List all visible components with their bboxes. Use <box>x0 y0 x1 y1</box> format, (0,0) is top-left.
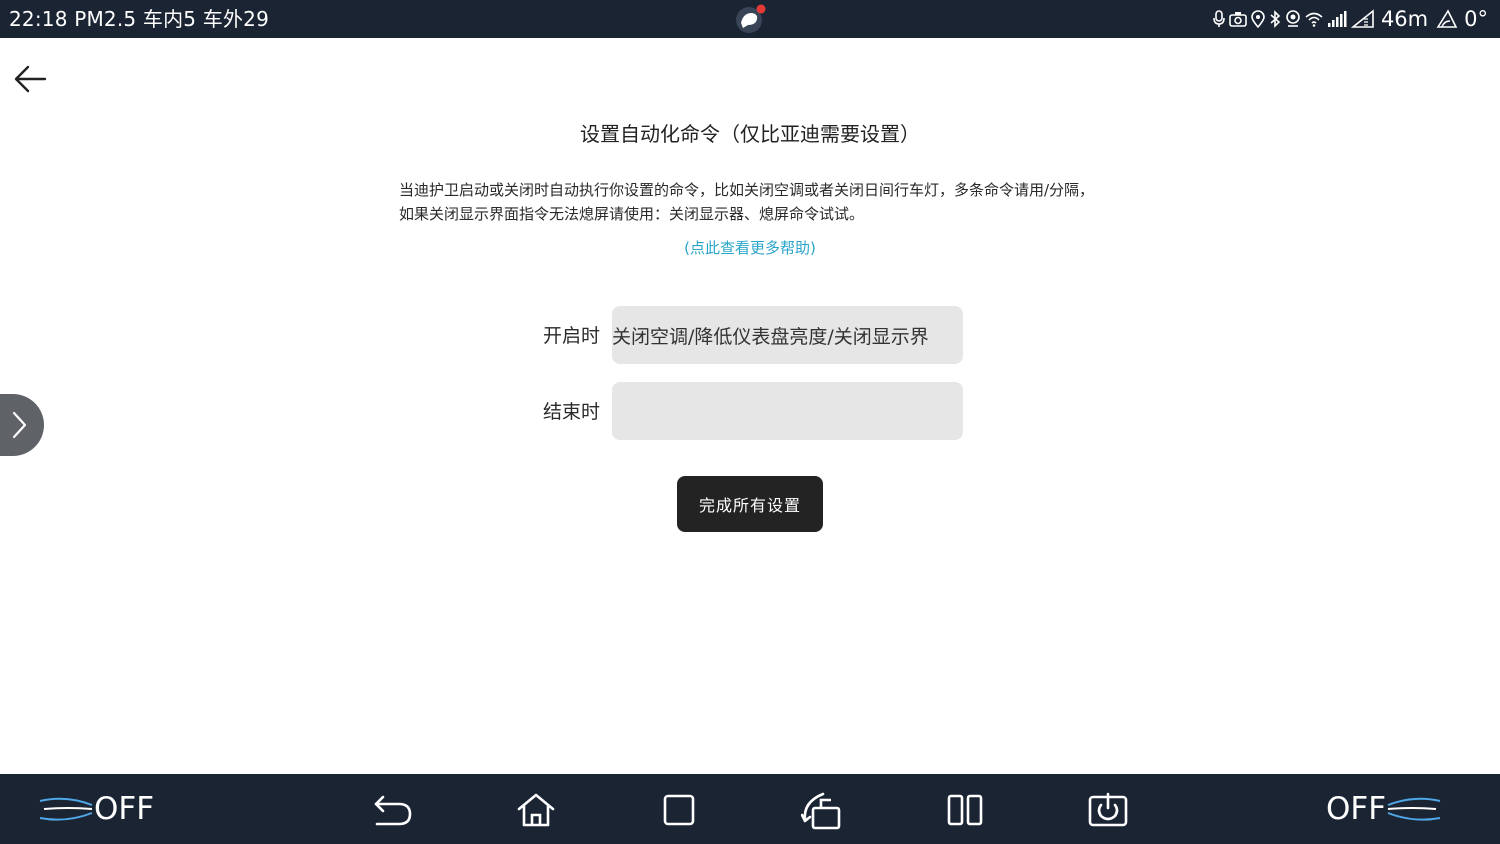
finish-settings-button[interactable]: 完成所有设置 <box>677 476 823 532</box>
recent-apps-icon <box>663 794 695 826</box>
power-icon <box>1088 792 1128 827</box>
nav-split-screen-button[interactable] <box>943 790 987 830</box>
nav-recent-apps-button[interactable] <box>657 790 701 830</box>
cellular-signal-icon <box>1327 10 1347 28</box>
left-climate-control[interactable]: OFF <box>38 788 154 830</box>
angle-value: 0° <box>1464 7 1488 31</box>
arrow-left-icon <box>14 65 47 93</box>
left-climate-status: OFF <box>94 791 155 827</box>
hotspot-icon <box>1285 10 1301 28</box>
right-climate-control[interactable]: OFF <box>1326 788 1442 830</box>
location-icon <box>1251 10 1265 28</box>
nav-home-button[interactable] <box>514 790 558 830</box>
chevron-right-icon <box>12 411 27 439</box>
nav-rotate-button[interactable] <box>800 790 844 830</box>
app-notification-icon[interactable] <box>733 3 767 35</box>
description-text: 当迪护卫启动或关闭时自动执行你设置的命令，比如关闭空调或者关闭日间行车灯，多条命… <box>399 181 1095 223</box>
status-icons: 46m 0° <box>1213 5 1492 33</box>
back-button[interactable] <box>8 60 52 98</box>
status-bar: 22:18 PM2.5 车内5 车外29 46m 0° <box>0 0 1500 38</box>
status-bar-info: 22:18 PM2.5 车内5 车外29 <box>9 7 270 31</box>
airflow-left-icon <box>39 797 93 821</box>
split-screen-icon <box>947 794 983 826</box>
side-drawer-tab[interactable] <box>0 394 44 456</box>
back-icon <box>374 795 412 826</box>
slope-icon <box>1350 9 1375 29</box>
microphone-icon <box>1213 10 1225 28</box>
tilt-icon <box>1436 9 1458 29</box>
camera-icon <box>1229 11 1247 27</box>
help-link[interactable]: (点此查看更多帮助) <box>0 236 1500 260</box>
start-command-label: 开启时 <box>542 325 600 347</box>
end-command-label: 结束时 <box>542 401 600 423</box>
page-title: 设置自动化命令（仅比亚迪需要设置） <box>580 122 920 146</box>
altitude-value: 46m <box>1380 7 1429 31</box>
nav-power-button[interactable] <box>1086 790 1130 830</box>
nav-back-button[interactable] <box>371 790 415 830</box>
wifi-icon <box>1305 11 1323 27</box>
right-climate-status: OFF <box>1326 791 1387 827</box>
end-command-input[interactable] <box>612 382 963 440</box>
bluetooth-icon <box>1269 10 1281 28</box>
airflow-right-icon <box>1387 797 1441 821</box>
bottom-nav-bar: OFF OFF <box>0 774 1500 844</box>
start-command-input[interactable] <box>612 306 963 364</box>
home-icon <box>517 793 555 827</box>
rotate-screen-icon <box>801 792 841 830</box>
